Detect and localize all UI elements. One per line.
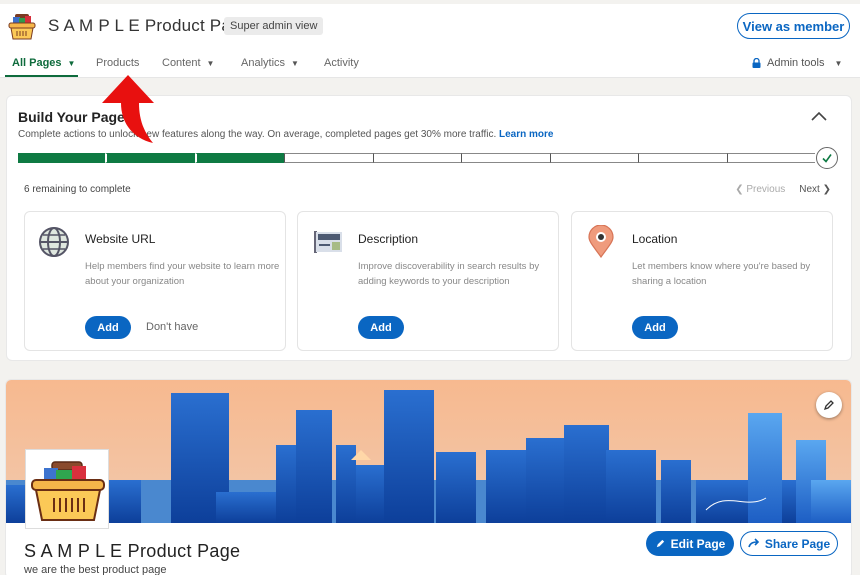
edit-page-button[interactable]: Edit Page — [646, 531, 734, 556]
chevron-up-icon[interactable] — [809, 108, 829, 124]
task-description: Let members know where you're based by s… — [632, 261, 811, 287]
tab-label: Activity — [324, 57, 359, 69]
tab-label: Analytics — [241, 57, 286, 69]
remaining-count: 6 remaining to complete — [24, 184, 131, 195]
progress-segment-incomplete — [284, 153, 373, 163]
tab-content[interactable]: Content ▼ — [162, 57, 214, 69]
admin-tools-label: Admin tools — [767, 57, 825, 69]
add-description-button[interactable]: Add — [358, 316, 404, 339]
location-pin-icon — [588, 225, 614, 259]
task-card-website-url: Website URL Help members find your websi… — [24, 211, 286, 351]
share-page-button[interactable]: Share Page — [740, 531, 838, 556]
share-arrow-icon — [748, 538, 759, 548]
tab-label: All Pages — [12, 57, 62, 69]
tab-label: Products — [96, 57, 140, 69]
pencil-icon — [656, 539, 664, 548]
dont-have-link[interactable]: Don't have — [146, 321, 198, 333]
caret-down-icon: ▼ — [291, 58, 299, 68]
previous-button[interactable]: ❮ Previous — [735, 184, 785, 195]
task-card-description: Description Improve discoverability in s… — [297, 211, 559, 351]
caret-down-icon: ▼ — [206, 58, 215, 68]
task-description: Help members find your website to learn … — [85, 261, 280, 287]
admin-tools-menu[interactable]: Admin tools ▼ — [752, 57, 842, 69]
progress-segment-complete — [194, 153, 285, 163]
progress-segment-incomplete — [461, 153, 550, 163]
annotation-arrow-icon — [102, 75, 154, 143]
build-subtitle-text: Complete actions to unlock new features … — [18, 129, 497, 140]
edit-page-label: Edit Page — [670, 536, 726, 551]
task-card-location: Location Let members know where you're b… — [571, 211, 833, 351]
page-profile-card: S A M P L E Product Page we are the best… — [5, 379, 852, 575]
progress-bar — [18, 153, 815, 163]
next-button[interactable]: Next ❯ — [799, 184, 831, 195]
profile-page-name: S A M P L E Product Page — [24, 541, 241, 561]
edit-cover-button[interactable] — [816, 392, 842, 418]
profile-tagline: we are the best product page — [24, 564, 167, 575]
task-title: Website URL — [85, 232, 156, 246]
page-title: S A M P L E Product Page — [48, 16, 251, 35]
next-label: Next — [799, 184, 820, 195]
cover-banner-image — [6, 380, 851, 523]
completion-check-icon — [816, 147, 838, 169]
progress-segment-complete — [18, 153, 106, 163]
description-icon — [314, 231, 342, 253]
progress-segment-complete — [105, 153, 195, 163]
globe-icon — [39, 227, 69, 257]
tab-all-pages[interactable]: All Pages ▼ — [12, 57, 75, 69]
tab-label: Content — [162, 57, 201, 69]
pencil-icon — [823, 400, 834, 411]
progress-segment-incomplete — [372, 153, 462, 163]
super-admin-badge: Super admin view — [224, 17, 324, 35]
previous-label: Previous — [746, 184, 786, 195]
task-description: Improve discoverability in search result… — [358, 261, 540, 287]
basket-logo-icon — [8, 14, 36, 40]
view-as-member-button[interactable]: View as member — [737, 13, 850, 39]
task-title: Description — [358, 232, 419, 246]
learn-more-link[interactable]: Learn more — [499, 129, 553, 140]
add-website-button[interactable]: Add — [85, 316, 131, 339]
progress-segment-incomplete — [638, 153, 727, 163]
progress-segment-incomplete — [726, 153, 815, 163]
task-pager: ❮ Previous Next ❯ — [735, 184, 831, 195]
add-location-button[interactable]: Add — [632, 316, 678, 339]
lock-icon — [752, 58, 761, 68]
tab-activity[interactable]: Activity — [324, 57, 359, 69]
basket-logo-icon — [31, 461, 105, 521]
page-logo — [25, 449, 109, 529]
caret-down-icon: ▼ — [67, 58, 76, 68]
top-strip — [0, 0, 860, 4]
share-page-label: Share Page — [764, 536, 831, 551]
active-tab-indicator — [5, 75, 78, 77]
tab-products[interactable]: Products — [96, 57, 139, 69]
progress-segment-incomplete — [549, 153, 639, 163]
page-header: S A M P L E Product Page Super admin vie… — [0, 0, 860, 78]
tab-analytics[interactable]: Analytics ▼ — [241, 57, 299, 69]
task-title: Location — [632, 232, 678, 246]
caret-down-icon: ▼ — [834, 58, 843, 68]
